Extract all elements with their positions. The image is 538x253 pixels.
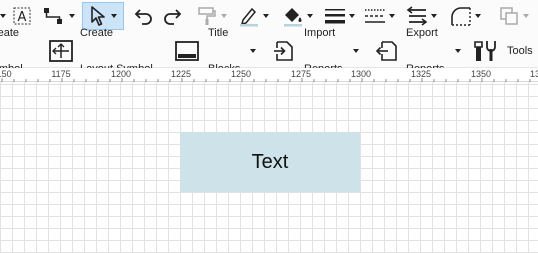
ruler-label: 1225 [170, 69, 192, 79]
chevron-down-icon [475, 14, 481, 18]
ruler-label: 1325 [410, 69, 432, 79]
corner-style-icon [451, 7, 471, 26]
connector-icon [44, 8, 62, 24]
text-box-shape[interactable]: Text [180, 132, 360, 192]
layout-symbol-icon [49, 40, 73, 62]
ruler-label: 1300 [350, 69, 372, 79]
connector-tool[interactable] [42, 2, 75, 30]
import-reports-button[interactable]: Import Reports [272, 27, 359, 75]
export-reports-button[interactable]: Export Reports [374, 27, 461, 75]
tools-button[interactable]: Tools [474, 36, 533, 66]
chevron-down-icon [523, 14, 529, 18]
title-blocks-label-line1: Title [208, 27, 229, 39]
ruler-ticks [1, 78, 531, 82]
ruler-label: 1200 [110, 69, 132, 79]
export-reports-label-line1: Export [406, 27, 438, 39]
chevron-down-icon [349, 14, 355, 18]
text-box-label: Text [251, 150, 289, 173]
redo-button[interactable] [162, 2, 182, 30]
ribbon-toolbar: Create Symbol Create Layout Symbol Title… [0, 27, 538, 75]
chevron-down-icon [250, 49, 257, 53]
chevron-down-icon [454, 49, 461, 53]
create-layout-symbol-label-line1: Create [80, 27, 114, 39]
horizontal-ruler[interactable]: 1150 1175 1200 1225 1250 1275 1300 1325 … [0, 68, 538, 82]
create-layout-symbol-button[interactable]: Create Layout Symbol [48, 27, 153, 75]
corner-style-tool[interactable] [450, 2, 481, 30]
tools-wrench-icon [474, 41, 496, 61]
import-reports-label-line1: Import [304, 27, 336, 39]
tools-label: Tools [507, 45, 533, 57]
title-block-icon [175, 41, 199, 61]
title-blocks-button[interactable]: Title Blocks [174, 27, 257, 75]
line-style-icon [365, 9, 385, 23]
create-symbol-label-line1: Create [0, 27, 20, 39]
create-symbol-button[interactable]: Create Symbol [0, 27, 23, 75]
redo-icon [164, 9, 182, 25]
ruler-label: 1250 [230, 69, 252, 79]
export-reports-icon [375, 41, 397, 61]
line-color-tool[interactable] [238, 2, 269, 30]
chevron-down-icon [389, 14, 395, 18]
ruler-label: 1275 [290, 69, 312, 79]
line-style-tool[interactable] [364, 2, 395, 30]
ruler-label: 1150 [0, 69, 12, 79]
ruler-label: 1375 [529, 69, 538, 79]
pen-line-color-icon [240, 7, 258, 27]
ruler-label: 1175 [51, 69, 71, 79]
chevron-down-icon [352, 49, 359, 53]
chevron-down-icon [263, 14, 269, 18]
chevron-down-icon [69, 14, 75, 18]
import-reports-icon [274, 41, 293, 61]
ruler-label: 1350 [470, 69, 492, 79]
fill-bucket-icon [284, 8, 302, 27]
